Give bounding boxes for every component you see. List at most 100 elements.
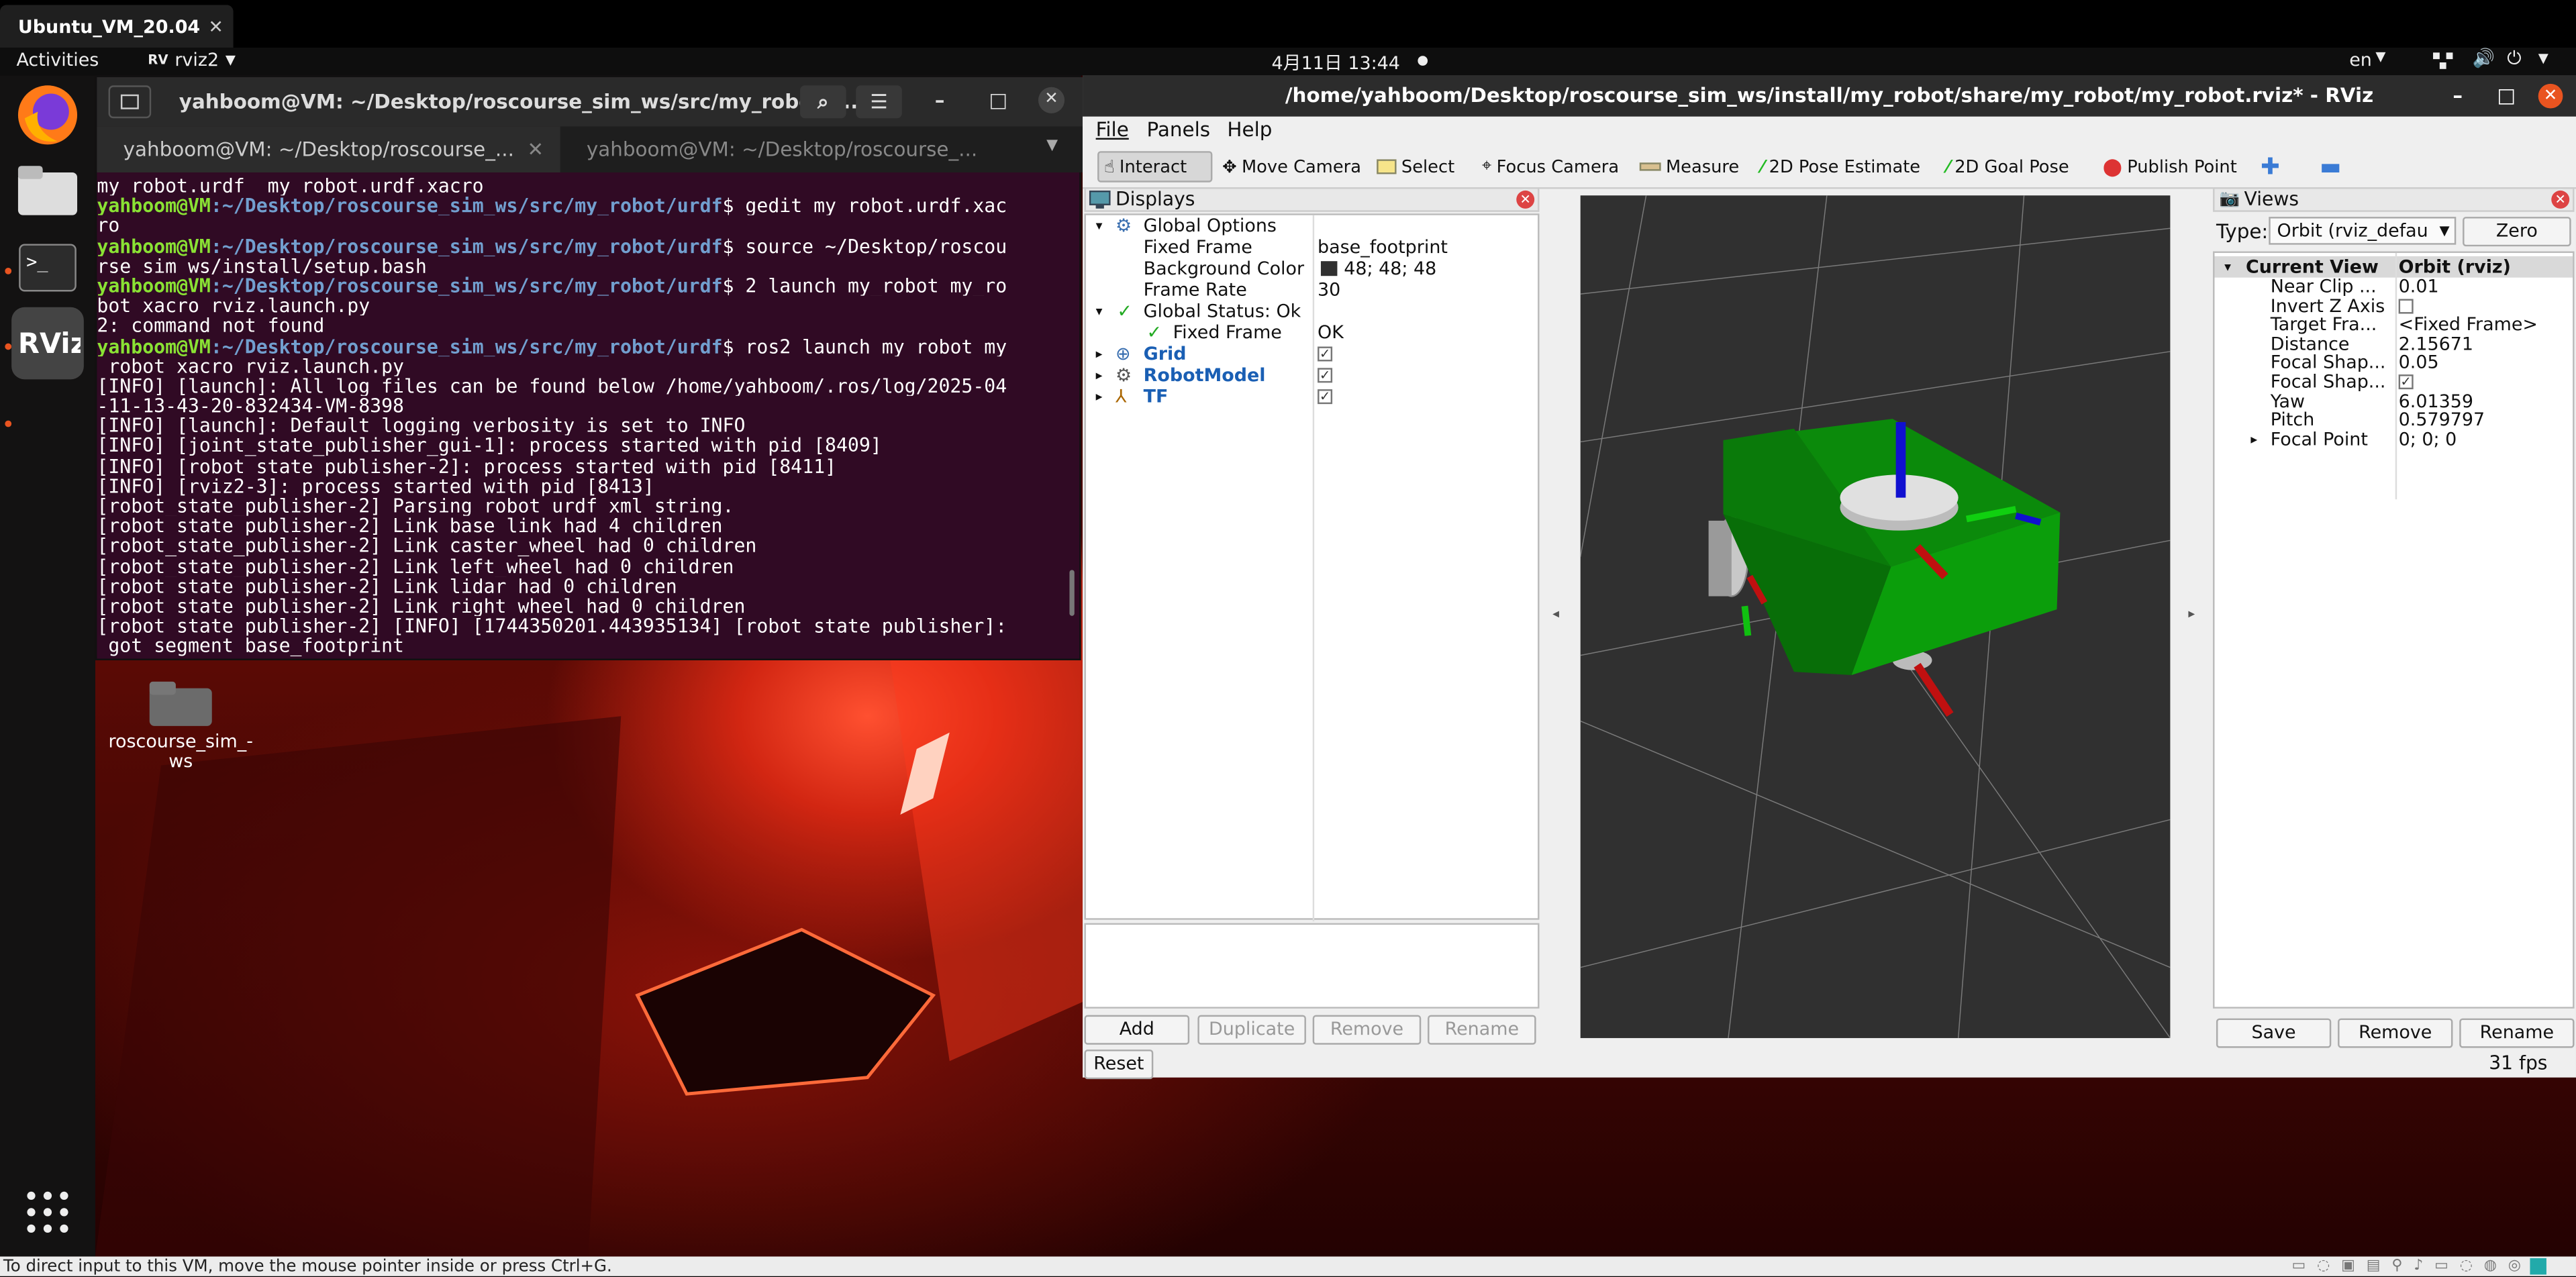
rename-button[interactable]: Rename xyxy=(1428,1015,1536,1045)
remove-tool-button[interactable]: ▬ xyxy=(2315,151,2346,183)
vm-tab[interactable]: Ubuntu_VM_20.04 ✕ xyxy=(0,5,234,48)
view-prop-row[interactable]: Pitch 0.579797 xyxy=(2214,410,2573,430)
search-button[interactable]: ⌕ xyxy=(800,85,846,119)
menu-button[interactable]: ☰ xyxy=(856,85,902,119)
new-tab-button[interactable] xyxy=(108,85,152,119)
view-prop-value[interactable]: 0; 0; 0 xyxy=(2399,429,2457,450)
add-button[interactable]: Add xyxy=(1084,1015,1190,1045)
show-applications-icon[interactable] xyxy=(21,1186,74,1238)
menu-help[interactable]: Help xyxy=(1227,118,1272,141)
maximize-icon[interactable]: □ xyxy=(2497,76,2516,117)
close-icon[interactable]: ✕ xyxy=(1516,190,1535,209)
collapse-right-icon[interactable]: ▸ xyxy=(2188,606,2195,621)
remove-button[interactable]: Remove xyxy=(1312,1015,1422,1045)
terminal-tab-1[interactable]: yahboom@VM: ~/Desktop/roscourse_... ✕ xyxy=(97,126,560,173)
activities-button[interactable]: Activities xyxy=(16,49,99,70)
view-prop-row[interactable]: Near Clip ... 0.01 xyxy=(2214,276,2573,297)
view-prop-row[interactable]: Yaw 6.01359 xyxy=(2214,391,2573,411)
files-icon[interactable] xyxy=(11,154,84,227)
terminal-line: [robot_state_publisher-2] Link lidar had… xyxy=(97,576,677,597)
firefox-icon[interactable] xyxy=(11,79,84,151)
tool-move-camera[interactable]: ✥ Move Camera xyxy=(1218,151,1367,183)
view-prop-row[interactable]: Distance 2.15671 xyxy=(2214,334,2573,354)
background-color-value[interactable]: 48; 48; 48 xyxy=(1344,258,1436,279)
view-prop-row[interactable]: ▸ Focal Point 0; 0; 0 xyxy=(2214,429,2573,450)
rviz-window[interactable]: /home/yahboom/Desktop/roscourse_sim_ws/i… xyxy=(1083,75,2576,1080)
view-prop-row[interactable]: Target Fra... <Fixed Frame> xyxy=(2214,315,2573,335)
tree-row-tf[interactable]: ▸ ⅄ TF ✓ xyxy=(1086,386,1538,407)
view-prop-row[interactable]: Focal Shap... 0.05 xyxy=(2214,353,2573,373)
tree-row-grid[interactable]: ▸ ⊕ Grid ✓ xyxy=(1086,344,1538,364)
app-menu[interactable]: RV rviz2 ▼ xyxy=(148,49,236,70)
checkbox[interactable]: ✓ xyxy=(1318,346,1333,362)
view-prop-value[interactable]: 0.579797 xyxy=(2399,410,2485,430)
view-prop-value[interactable]: 0.05 xyxy=(2399,353,2439,373)
checkbox[interactable]: ✓ xyxy=(2398,374,2414,390)
terminal-output[interactable]: my_robot.urdf my_robot.urdf.xacro yahboom… xyxy=(97,172,1066,662)
scrollbar[interactable] xyxy=(1069,570,1075,616)
tool-2d-goal-pose[interactable]: ⁄ 2D Goal Pose xyxy=(1942,151,2074,183)
tree-row-current-view[interactable]: ▾ Current View Orbit (rviz) xyxy=(2214,256,2573,278)
tool-label: Measure xyxy=(1665,156,1740,177)
close-icon[interactable]: ✕ xyxy=(1038,87,1065,113)
3d-viewport[interactable] xyxy=(1579,195,2171,1039)
menu-file[interactable]: File xyxy=(1096,118,1129,141)
network-icon[interactable] xyxy=(2432,51,2455,70)
rviz-icon[interactable]: RViz xyxy=(11,307,84,380)
power-icon[interactable]: ⏻ xyxy=(2507,48,2521,70)
prompt-command: $ source ~/Desktop/roscou xyxy=(722,236,1007,256)
checkbox[interactable] xyxy=(2398,298,2414,313)
language-indicator[interactable]: en xyxy=(2349,49,2372,70)
fixed-frame-value[interactable]: base_footprint xyxy=(1318,236,1448,258)
tree-row-global-options[interactable]: ▾ ⚙ Global Options xyxy=(1086,215,1538,237)
displays-tree[interactable]: ▾ ⚙ Global Options Fixed Frame base_foot… xyxy=(1084,213,1540,922)
tool-publish-point[interactable]: ⬤ Publish Point xyxy=(2098,151,2242,183)
volume-icon[interactable]: 🔊 xyxy=(2473,48,2495,69)
reset-button[interactable]: Reset xyxy=(1084,1050,1154,1080)
tool-select[interactable]: Select xyxy=(1372,151,1460,183)
close-icon[interactable]: ✕ xyxy=(2551,190,2570,209)
view-prop-row[interactable]: Focal Shap... ✓ xyxy=(2214,372,2573,393)
terminal-window[interactable]: yahboom@VM: ~/Desktop/roscourse_sim_ws/s… xyxy=(95,75,1083,662)
view-type-select[interactable]: Orbit (rviz_defau ▼ xyxy=(2269,217,2457,245)
minimize-icon[interactable]: – xyxy=(935,89,945,111)
svg-text:>_: >_ xyxy=(26,252,48,272)
tree-row-robotmodel[interactable]: ▸ ⚙ RobotModel ✓ xyxy=(1086,364,1538,386)
close-icon[interactable]: ✕ xyxy=(528,126,544,172)
tree-row-status-fixed-frame[interactable]: ✓ Fixed Frame OK xyxy=(1086,322,1538,344)
terminal-line: yahboom@VM:~/Desktop/roscourse_sim_ws/sr… xyxy=(97,276,1066,296)
terminal-icon[interactable]: >_ xyxy=(11,232,84,304)
terminal-line: yahboom@VM:~/Desktop/roscourse_sim_ws/sr… xyxy=(97,336,1066,356)
maximize-icon[interactable]: □ xyxy=(989,89,1008,111)
zero-button[interactable]: Zero xyxy=(2463,217,2571,247)
tool-focus-camera[interactable]: ⌖ Focus Camera xyxy=(1477,151,1624,183)
remove-view-button[interactable]: Remove xyxy=(2338,1018,2453,1048)
clock[interactable]: 4月11日 13:44 xyxy=(1272,49,1400,75)
view-prop-value[interactable]: <Fixed Frame> xyxy=(2399,315,2538,335)
checkbox[interactable]: ✓ xyxy=(1318,368,1333,383)
tree-row-background-color[interactable]: Background Color 48; 48; 48 xyxy=(1086,258,1538,279)
desktop-folder[interactable]: roscourse_sim_-ws xyxy=(99,678,263,772)
views-tree[interactable]: ▾ Current View Orbit (rviz) Near Clip ..… xyxy=(2213,251,2575,1009)
tree-row-global-status[interactable]: ▾ ✓ Global Status: Ok xyxy=(1086,301,1538,322)
frame-rate-value[interactable]: 30 xyxy=(1318,279,1340,301)
rename-view-button[interactable]: Rename xyxy=(2459,1018,2575,1048)
tool-measure[interactable]: Measure xyxy=(1634,151,1744,183)
collapse-left-icon[interactable]: ◂ xyxy=(1552,606,1559,621)
duplicate-button[interactable]: Duplicate xyxy=(1197,1015,1306,1045)
close-icon[interactable]: ✕ xyxy=(208,15,224,37)
view-prop-value[interactable]: 0.01 xyxy=(2399,276,2439,297)
tree-row-fixed-frame[interactable]: Fixed Frame base_footprint xyxy=(1086,236,1538,258)
add-tool-button[interactable]: ✚ xyxy=(2256,151,2285,183)
chevron-down-icon[interactable]: ▼ xyxy=(1046,138,1058,154)
tree-row-frame-rate[interactable]: Frame Rate 30 xyxy=(1086,279,1538,301)
tool-interact[interactable]: ☝ Interact xyxy=(1097,151,1213,183)
tool-2d-pose-estimate[interactable]: ⁄ 2D Pose Estimate xyxy=(1756,151,1926,183)
menu-panels[interactable]: Panels xyxy=(1146,118,1210,141)
terminal-tab-2[interactable]: yahboom@VM: ~/Desktop/roscourse_... xyxy=(560,126,1024,172)
minimize-icon[interactable]: – xyxy=(2453,76,2463,117)
close-icon[interactable]: ✕ xyxy=(2538,83,2563,109)
vm-device-icons[interactable]: ▭ ◌ ▣ ▤ ⚲ ♪ ▭ ◌ ◍ ◎ xyxy=(2292,1256,2524,1276)
checkbox[interactable]: ✓ xyxy=(1318,389,1333,405)
save-button[interactable]: Save xyxy=(2216,1018,2332,1048)
